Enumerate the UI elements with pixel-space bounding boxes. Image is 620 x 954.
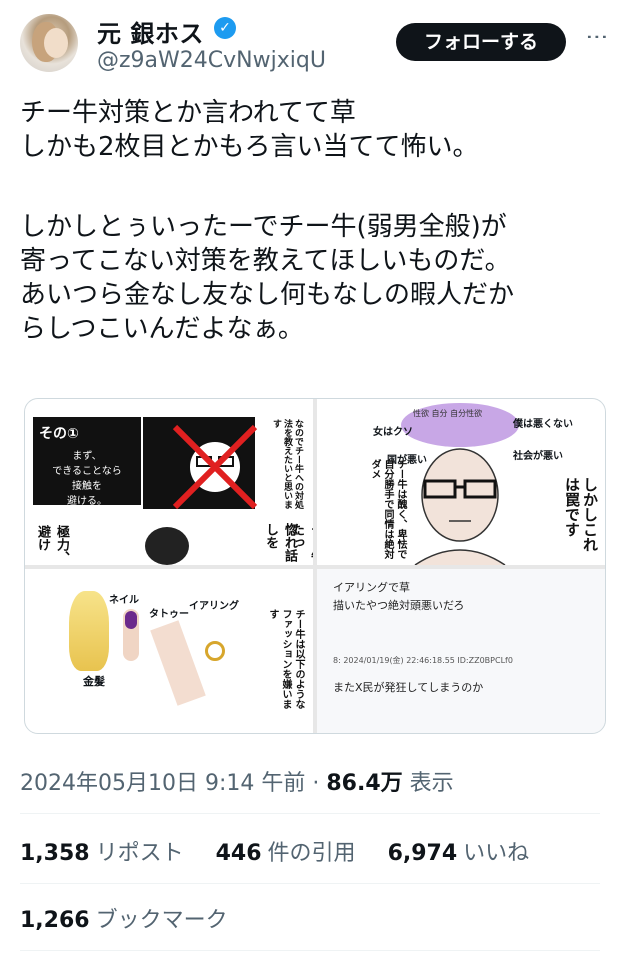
forum-title: イアリングで草 (333, 581, 410, 594)
arm-illustration (150, 620, 206, 706)
engagement-row: 1,358 リポスト 446 件の引用 6,974 いいね (20, 835, 529, 867)
manga-box: その① まず、 できることなら 接触を 避ける。 (33, 417, 141, 507)
follow-button[interactable]: フォローする (396, 23, 566, 61)
tweet-line: らしつこいんだよなぁ。 (20, 314, 304, 344)
forum-meta: 8: 2024/01/19(金) 22:46:18.55 ID:ZZ0BPCLf… (333, 656, 513, 665)
manga-box-line: 接触を (72, 481, 102, 492)
more-options-icon[interactable]: ⋮ (584, 26, 609, 46)
tweet-line: しかも2枚目とかもろ言い当てて怖い。 (20, 132, 479, 162)
label-kinpatsu: 金髪 (83, 675, 105, 688)
tweet-line: しかしとぅいったーでチー牛(弱男全般)が (20, 212, 507, 242)
word-boku: 僕は悪くない (513, 419, 573, 430)
bubble-word: 性欲 (413, 409, 429, 418)
forum-line: またX民が発狂してしまうのか (333, 681, 484, 694)
timestamp[interactable]: 2024年05月10日 9:14 午前 (20, 771, 305, 796)
manga-note: なのでチー牛への対処法を教えたいと思います (271, 419, 303, 509)
label-tattoo: タトゥー (149, 609, 189, 620)
media-image-3[interactable]: 金髪 ネイル タトゥー イアリング チー牛は以下のようなファッションを嫌います (25, 569, 313, 733)
avatar[interactable] (20, 14, 78, 72)
media-image-1[interactable]: その① まず、 できることなら 接触を 避ける。 なのでチー牛への対処法を教えた… (25, 399, 313, 565)
forum-line: 描いたやつ絶対頭悪いだろ (333, 599, 465, 612)
tweet-header: 元 銀ホス ✓ @z9aW24CvNwjxiqU フォローする ⋮ (0, 0, 620, 86)
tweet-line: チー牛対策とか言われてて草 (20, 98, 356, 128)
media-image-4[interactable]: イアリングで草 描いたやつ絶対頭悪いだろ 8: 2024/01/19(金) 22… (317, 569, 605, 733)
bubble-word: 自分 (431, 409, 448, 418)
bookmarks-link[interactable]: 1,266 ブックマーク (20, 902, 228, 934)
divider (20, 813, 600, 814)
bookmark-count: 1,266 (20, 908, 90, 933)
bookmark-label: ブックマーク (95, 908, 228, 933)
tweet-line: あいつら金なし友なし何もなしの暇人だか (20, 280, 515, 310)
quotes-link[interactable]: 446 件の引用 (216, 841, 356, 866)
like-label: いいね (463, 841, 530, 866)
view-label: 表示 (409, 771, 454, 796)
manga-caption: チー牛は以下のようなファッションを嫌います (267, 609, 304, 709)
like-count: 6,974 (387, 841, 458, 866)
manga-bottom-left: 極力、避け (35, 525, 69, 564)
view-count: 86.4万 (326, 771, 403, 796)
meta-separator: · (312, 771, 320, 796)
manga-caption: チー牛は醜く、卑怯で自分勝手で同情は絶対ダメ (369, 459, 406, 559)
avatar-face (44, 28, 68, 58)
repost-count: 1,358 (20, 841, 90, 866)
media-image-2[interactable]: 性欲 自分 自分性欲 女はクソ 国が悪い 僕は悪くない 社会が悪い チー牛は醜く… (317, 399, 605, 565)
tweet-meta: 2024年05月10日 9:14 午前 · 86.4万 表示 (20, 765, 454, 797)
likes-link[interactable]: 6,974 いいね (388, 841, 530, 866)
divider (20, 950, 600, 951)
bubble-words: 性欲 自分 自分性欲 (413, 409, 513, 419)
media-grid: その① まず、 できることなら 接触を 避ける。 なのでチー牛への対処法を教えた… (24, 398, 606, 734)
crossed-face-illustration (172, 424, 258, 510)
label-earring: イアリング (189, 601, 239, 612)
quote-label: 件の引用 (267, 841, 356, 866)
verified-badge-icon: ✓ (214, 17, 236, 39)
manga-box-line: 避ける。 (67, 496, 107, 507)
label-nail: ネイル (109, 595, 139, 606)
tweet-text: チー牛対策とか言われてて草 しかも2枚目とかもろ言い当てて怖い。 しかしとぅいっ… (20, 96, 610, 346)
nail-illustration (125, 611, 137, 629)
divider (20, 883, 600, 884)
tweet-line: 寄ってこない対策を教えてほしいものだ。 (20, 246, 511, 276)
display-name[interactable]: 元 銀ホス (97, 14, 204, 49)
manga-head (145, 527, 189, 565)
reposts-link[interactable]: 1,358 リポスト (20, 841, 184, 866)
blonde-hair-illustration (69, 591, 109, 671)
repost-label: リポスト (95, 841, 184, 866)
manga-box-line: まず、 (72, 451, 102, 462)
bubble-word: 自分性欲 (450, 409, 483, 418)
manga-box-line: できることなら (52, 466, 122, 477)
man-face-illustration (414, 448, 506, 565)
quote-count: 446 (215, 841, 262, 866)
word-shakai: 社会が悪い (513, 451, 563, 462)
manga-trap-text: しかしこれは罠です (563, 477, 599, 552)
earring-illustration (205, 641, 225, 661)
manga-box-title: その① (39, 426, 79, 442)
manga-bottom-right-2: チー牛たっ (289, 523, 313, 562)
user-handle[interactable]: @z9aW24CvNwjxiqU (97, 48, 326, 73)
